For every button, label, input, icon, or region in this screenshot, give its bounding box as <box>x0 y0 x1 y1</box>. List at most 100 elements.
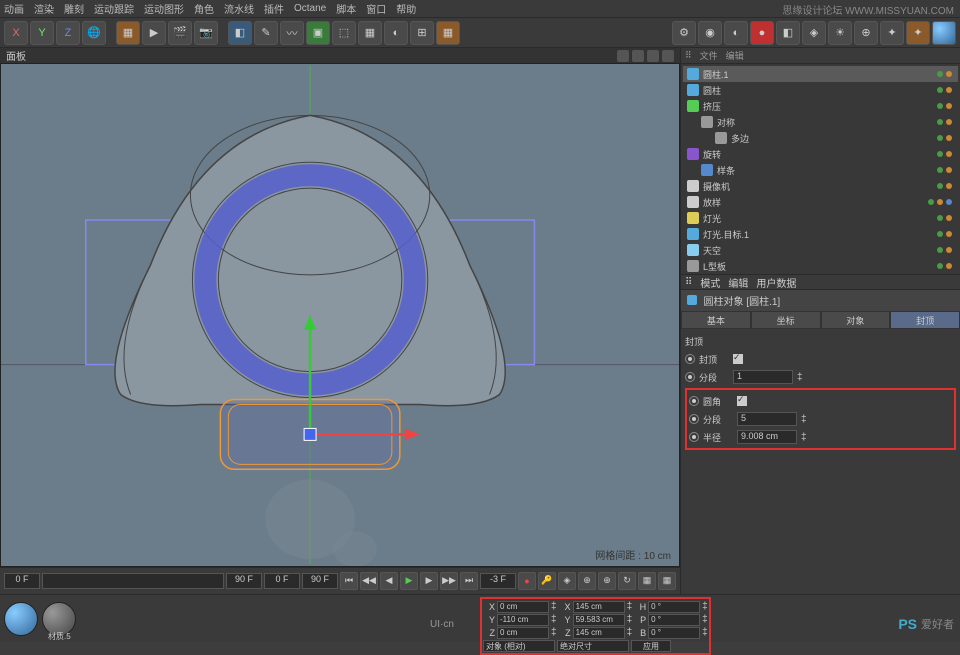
attr-menu[interactable]: 模式 <box>700 275 720 290</box>
coord-mode1[interactable]: 对象 (相对) <box>483 640 555 652</box>
timeline-track[interactable] <box>42 573 224 589</box>
tree-item[interactable]: 多边 <box>683 130 958 146</box>
menu-item[interactable]: 窗口 <box>366 1 386 16</box>
menu-item[interactable]: 插件 <box>264 1 284 16</box>
tree-item[interactable]: L型板 <box>683 258 958 274</box>
tree-item[interactable]: 摄像机 <box>683 178 958 194</box>
tool-button[interactable]: ▦ <box>436 21 460 45</box>
tool-button[interactable]: ✎ <box>254 21 278 45</box>
menu-item[interactable]: 帮助 <box>396 1 416 16</box>
attr-tab-coord[interactable]: 坐标 <box>751 311 821 329</box>
spinner-icon[interactable]: ‡ <box>801 414 807 425</box>
attr-tab-caps[interactable]: 封顶 <box>890 311 960 329</box>
goto-end-icon[interactable]: ⏭ <box>460 572 478 590</box>
apply-button[interactable]: 应用 <box>631 640 671 652</box>
record-icon[interactable]: ● <box>750 21 774 45</box>
object-flags[interactable] <box>937 71 952 77</box>
next-key-icon[interactable]: ▶▶ <box>440 572 458 590</box>
menu-item[interactable]: 流水线 <box>224 1 254 16</box>
object-flags[interactable] <box>937 263 952 269</box>
coord-y-pos[interactable]: -110 cm <box>497 614 549 626</box>
tl-option[interactable]: ↻ <box>618 572 636 590</box>
timeline-max[interactable]: 90 F <box>302 573 338 589</box>
spinner-icon[interactable]: ‡ <box>797 372 803 383</box>
rp-tab[interactable]: 文件 <box>700 49 718 62</box>
vp-icon[interactable] <box>617 50 629 62</box>
coord-y-size[interactable]: 59.583 cm <box>573 614 625 626</box>
tree-item[interactable]: 放样 <box>683 194 958 210</box>
vp-icon[interactable] <box>662 50 674 62</box>
object-flags[interactable] <box>937 215 952 221</box>
coord-z-rot[interactable]: 0 ° <box>648 627 700 639</box>
tool-button[interactable]: 〰 <box>280 21 304 45</box>
tl-option[interactable]: ⊕ <box>598 572 616 590</box>
tl-option[interactable]: ⊕ <box>578 572 596 590</box>
spinner-icon[interactable]: ‡ <box>801 432 807 443</box>
rp-tab[interactable]: 编辑 <box>726 49 744 62</box>
tool-button[interactable]: ▦ <box>116 21 140 45</box>
play-icon[interactable]: ▶ <box>400 572 418 590</box>
tool-button[interactable]: 🎬 <box>168 21 192 45</box>
tl-option[interactable]: ▦ <box>638 572 656 590</box>
tool-button[interactable]: 📷 <box>194 21 218 45</box>
checkbox-fillet[interactable] <box>737 396 747 406</box>
coord-x-rot[interactable]: 0 ° <box>648 601 700 613</box>
checkbox-cap[interactable] <box>733 354 743 364</box>
viewport-3d[interactable]: 网格间距 : 10 cm <box>0 63 680 567</box>
object-flags[interactable] <box>937 167 952 173</box>
axis-z-button[interactable]: Z <box>56 21 80 45</box>
tree-item[interactable]: 圆柱 <box>683 82 958 98</box>
coord-z-pos[interactable]: 0 cm <box>497 627 549 639</box>
key-icon[interactable]: 🔑 <box>538 572 556 590</box>
menu-item[interactable]: 脚本 <box>336 1 356 16</box>
tree-item[interactable]: 挤压 <box>683 98 958 114</box>
tool-button[interactable]: ☀ <box>828 21 852 45</box>
object-flags[interactable] <box>937 119 952 125</box>
menu-item[interactable]: 运动跟踪 <box>94 1 134 16</box>
record-icon[interactable]: ● <box>518 572 536 590</box>
radio-icon[interactable] <box>689 432 699 442</box>
tl-option[interactable]: ▦ <box>658 572 676 590</box>
autokey-icon[interactable]: ◈ <box>558 572 576 590</box>
tree-item[interactable]: 旋转 <box>683 146 958 162</box>
axis-x-button[interactable]: X <box>4 21 28 45</box>
tool-button[interactable]: ✦ <box>880 21 904 45</box>
object-flags[interactable] <box>928 199 952 205</box>
sphere-icon[interactable] <box>932 21 956 45</box>
attr-menu[interactable]: 用户数据 <box>756 275 796 290</box>
axis-y-button[interactable]: Y <box>30 21 54 45</box>
tool-button[interactable]: ⊕ <box>854 21 878 45</box>
tool-button[interactable]: ◐ <box>384 21 408 45</box>
tool-button[interactable]: ✦ <box>906 21 930 45</box>
tree-item[interactable]: 对称 <box>683 114 958 130</box>
menu-item[interactable]: 雕刻 <box>64 1 84 16</box>
input-radius[interactable]: 9.008 cm <box>737 430 797 444</box>
render-button[interactable]: ◐ <box>724 21 748 45</box>
tool-button[interactable]: ▶ <box>142 21 166 45</box>
object-flags[interactable] <box>937 87 952 93</box>
object-flags[interactable] <box>937 247 952 253</box>
object-flags[interactable] <box>937 231 952 237</box>
tree-item[interactable]: 天空 <box>683 242 958 258</box>
render-button[interactable]: ◉ <box>698 21 722 45</box>
coord-x-pos[interactable]: 0 cm <box>497 601 549 613</box>
menu-item[interactable]: 运动图形 <box>144 1 184 16</box>
timeline-start[interactable]: 0 F <box>4 573 40 589</box>
object-flags[interactable] <box>937 103 952 109</box>
timeline-end[interactable]: 0 F <box>264 573 300 589</box>
prev-frame-icon[interactable]: ◀ <box>380 572 398 590</box>
input-seg[interactable]: 1 <box>733 370 793 384</box>
tool-button[interactable]: ▣ <box>306 21 330 45</box>
tree-item[interactable]: 灯光 <box>683 210 958 226</box>
coord-x-size[interactable]: 145 cm <box>573 601 625 613</box>
vp-icon[interactable] <box>647 50 659 62</box>
object-flags[interactable] <box>937 135 952 141</box>
attr-menu[interactable]: 编辑 <box>728 275 748 290</box>
globe-icon[interactable]: 🌐 <box>82 21 106 45</box>
attr-tab-object[interactable]: 对象 <box>821 311 891 329</box>
timeline-current[interactable]: 90 F <box>226 573 262 589</box>
tool-button[interactable]: ◧ <box>776 21 800 45</box>
coord-y-rot[interactable]: 0 ° <box>648 614 700 626</box>
menu-item[interactable]: 渲染 <box>34 1 54 16</box>
coord-mode2[interactable]: 绝对尺寸 <box>557 640 629 652</box>
